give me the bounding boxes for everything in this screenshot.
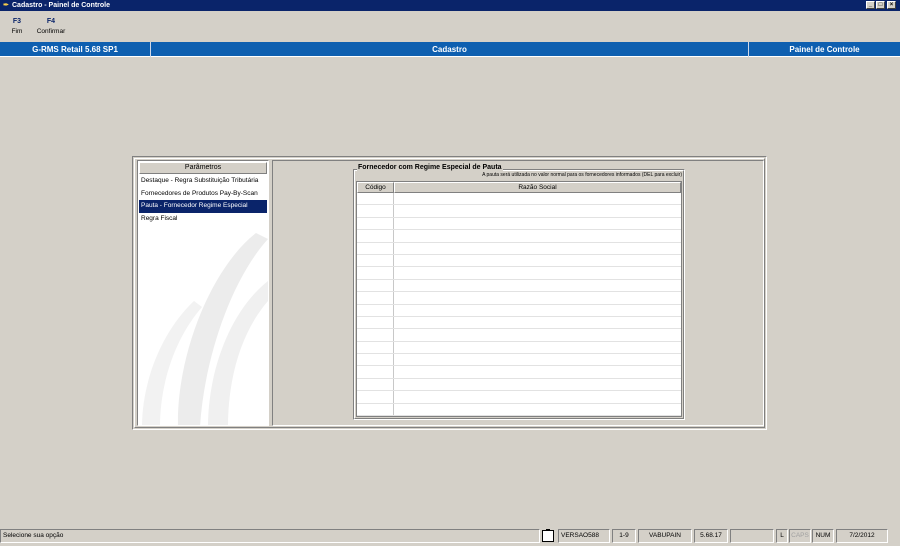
table-row[interactable]	[357, 378, 681, 392]
module-title: Painel de Controle	[789, 45, 860, 54]
table-row[interactable]	[357, 316, 681, 330]
cell-codigo[interactable]	[357, 292, 394, 304]
grid-body	[357, 193, 681, 416]
cell-codigo[interactable]	[357, 316, 394, 329]
parametros-list-panel: Parâmetros Destaque - Regra Substituição…	[137, 160, 269, 426]
table-row[interactable]	[357, 217, 681, 231]
product-version: G-RMS Retail 5.68 SP1	[0, 42, 151, 57]
status-num: NUM	[812, 529, 834, 543]
app-icon: ✒	[3, 2, 9, 9]
table-row[interactable]	[357, 242, 681, 255]
groupbox-subtitle: A pauta será utilizada no valor normal p…	[482, 172, 682, 178]
cell-razao-social[interactable]	[395, 329, 681, 340]
clipboard-icon[interactable]	[542, 529, 554, 542]
screen-title: Cadastro	[151, 42, 749, 57]
parametros-list: Destaque - Regra Substituição Tributária…	[139, 175, 267, 225]
param-item-regra-fiscal[interactable]: Regra Fiscal	[139, 213, 267, 226]
cell-razao-social[interactable]	[395, 218, 681, 229]
cell-codigo[interactable]	[357, 304, 394, 316]
param-item-pauta[interactable]: Pauta - Fornecedor Regime Especial	[139, 200, 267, 213]
cell-codigo[interactable]	[357, 403, 394, 416]
table-row[interactable]	[357, 354, 681, 367]
status-date: 7/2/2012	[836, 529, 888, 543]
table-row[interactable]	[357, 254, 681, 268]
status-page: 1-9	[612, 529, 636, 543]
cell-codigo[interactable]	[357, 267, 394, 279]
groupbox-title: Fornecedor com Regime Especial de Pauta	[357, 163, 503, 172]
cell-razao-social[interactable]	[395, 366, 681, 377]
table-row[interactable]	[357, 267, 681, 280]
cell-razao-social[interactable]	[395, 379, 681, 390]
cell-razao-social[interactable]	[395, 305, 681, 316]
cell-razao-social[interactable]	[395, 354, 681, 365]
status-message: Selecione sua opção	[0, 529, 540, 543]
cell-codigo[interactable]	[357, 205, 394, 217]
table-row[interactable]	[357, 205, 681, 218]
cell-razao-social[interactable]	[395, 255, 681, 266]
f4-key-label: F4	[46, 18, 56, 25]
f4-action-label: Confirmar	[36, 28, 66, 35]
cell-codigo[interactable]	[357, 193, 394, 205]
cell-codigo[interactable]	[357, 366, 394, 378]
table-row[interactable]	[357, 193, 681, 206]
cell-razao-social[interactable]	[395, 205, 681, 216]
table-row[interactable]	[357, 230, 681, 243]
status-caps: CAPS	[789, 529, 811, 543]
f3-key-label: F3	[12, 18, 22, 25]
parametros-header: Parâmetros	[139, 162, 267, 174]
cell-razao-social[interactable]	[395, 267, 681, 278]
cell-codigo[interactable]	[357, 279, 394, 292]
cell-razao-social[interactable]	[395, 230, 681, 241]
window-title: Cadastro - Painel de Controle	[12, 2, 111, 9]
f3-fim-button[interactable]: F3 Fim	[8, 17, 26, 37]
param-item-pay-by-scan[interactable]: Fornecedores de Produtos Pay-By-Scan	[139, 188, 267, 201]
cell-razao-social[interactable]	[395, 292, 681, 303]
status-version-db: VERSAO588	[558, 529, 610, 543]
column-header-razao-social[interactable]: Razão Social	[394, 182, 681, 193]
cell-razao-social[interactable]	[395, 317, 681, 328]
f3-action-label: Fim	[11, 28, 23, 35]
table-row[interactable]	[357, 329, 681, 342]
cell-razao-social[interactable]	[395, 342, 681, 353]
title-bar: ✒ Cadastro - Painel de Controle _ □ ×	[0, 0, 900, 11]
minimize-button[interactable]: _	[866, 1, 875, 9]
grid-header-row: Código Razão Social	[357, 182, 681, 193]
column-header-codigo[interactable]: Código	[357, 182, 394, 193]
header-band: G-RMS Retail 5.68 SP1 Cadastro Painel de…	[0, 42, 900, 57]
table-row[interactable]	[357, 403, 681, 416]
param-item-destaque[interactable]: Destaque - Regra Substituição Tributária	[139, 175, 267, 188]
cell-codigo[interactable]	[357, 230, 394, 242]
table-row[interactable]	[357, 341, 681, 355]
fornecedor-grid[interactable]: Código Razão Social	[356, 181, 682, 417]
cell-razao-social[interactable]	[395, 193, 681, 204]
table-row[interactable]	[357, 366, 681, 379]
cell-razao-social[interactable]	[395, 280, 681, 291]
cell-razao-social[interactable]	[395, 404, 681, 415]
cell-razao-social[interactable]	[395, 391, 681, 402]
f4-confirmar-button[interactable]: F4 Confirmar	[34, 17, 68, 37]
cell-codigo[interactable]	[357, 378, 394, 391]
cell-codigo[interactable]	[357, 217, 394, 230]
cell-codigo[interactable]	[357, 329, 394, 341]
status-l-indicator: L	[776, 529, 788, 543]
status-build: 5.68.17	[694, 529, 728, 543]
cell-codigo[interactable]	[357, 354, 394, 366]
cell-codigo[interactable]	[357, 341, 394, 354]
close-button[interactable]: ×	[887, 1, 896, 9]
cell-codigo[interactable]	[357, 242, 394, 254]
table-row[interactable]	[357, 391, 681, 404]
table-row[interactable]	[357, 304, 681, 317]
cell-codigo[interactable]	[357, 391, 394, 403]
table-row[interactable]	[357, 279, 681, 293]
status-user: VABUPAIN	[638, 529, 692, 543]
maximize-button[interactable]: □	[876, 1, 885, 9]
cell-codigo[interactable]	[357, 254, 394, 267]
cell-razao-social[interactable]	[395, 243, 681, 254]
status-bar: Selecione sua opção VERSAO588 1-9 VABUPA…	[0, 529, 900, 544]
status-empty-pane	[730, 529, 774, 543]
table-row[interactable]	[357, 292, 681, 305]
